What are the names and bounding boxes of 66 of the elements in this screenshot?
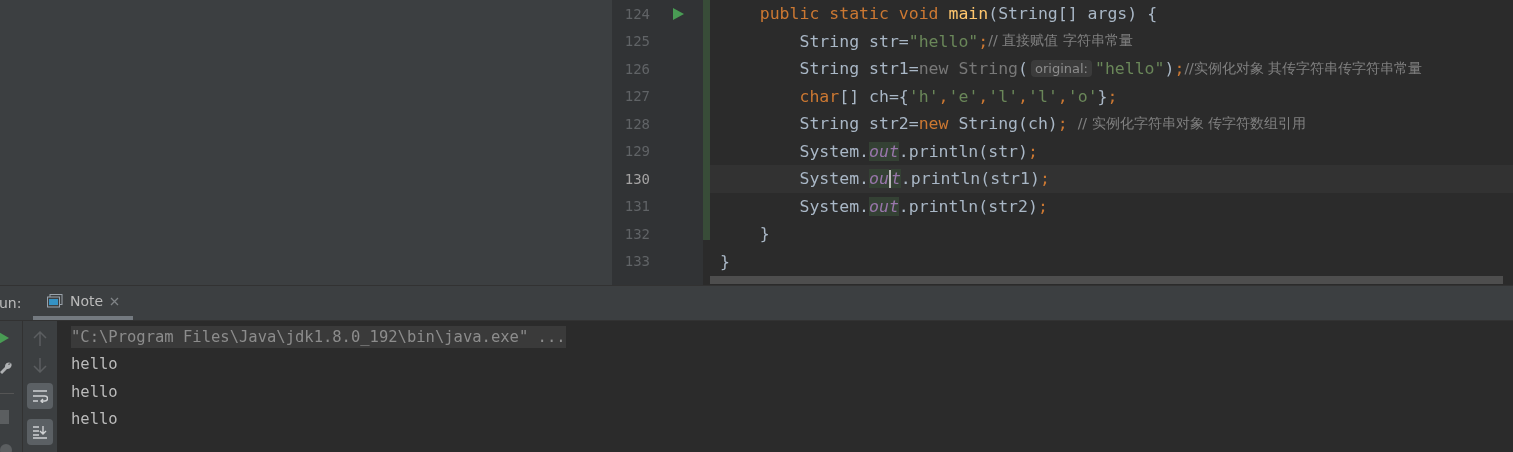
code-token: ;	[1037, 196, 1048, 216]
code-token: ou	[869, 169, 889, 189]
code-token: main	[948, 4, 989, 24]
code-token: public static void	[758, 4, 940, 24]
code-token: System.	[798, 196, 869, 216]
code-token: out	[869, 141, 899, 161]
code-token: 'l'	[1028, 86, 1058, 106]
code-token: new String	[918, 59, 1019, 79]
code-token: String str1=	[798, 59, 919, 79]
code-token: char	[798, 86, 840, 106]
code-token: ;	[1107, 86, 1118, 106]
text-caret	[888, 169, 891, 188]
code-token: (String[] args) {	[988, 4, 1158, 24]
horizontal-scrollbar[interactable]	[710, 276, 1503, 284]
code-token: "hello"	[1094, 59, 1165, 79]
line-number: 130	[623, 170, 650, 187]
code-token: ;	[1027, 141, 1038, 161]
code-token: // 直接赋值 字符串常量	[988, 32, 1133, 51]
code-token: .println(str)	[898, 141, 1028, 161]
up-arrow-icon[interactable]	[33, 331, 47, 347]
code-token: System.	[798, 141, 869, 161]
run-icon[interactable]	[0, 331, 9, 345]
run-label: un:	[0, 295, 23, 312]
code-token: ,	[1057, 86, 1068, 106]
code-token: t	[890, 169, 901, 189]
code-token: System.	[798, 169, 869, 189]
console-line: hello	[71, 355, 118, 374]
code-token: (	[1018, 59, 1028, 79]
code-token: // 实例化字符串对象 传字符数组引用	[1077, 114, 1306, 133]
wrap-icon	[32, 389, 48, 403]
code-token: String str2=	[798, 114, 919, 134]
down-arrow-icon[interactable]	[33, 357, 47, 373]
code-token: }	[1097, 86, 1108, 106]
console-line: hello	[71, 410, 118, 429]
run-icon[interactable]	[673, 7, 684, 20]
code-token: [] ch={	[839, 86, 909, 106]
code-token: //实例化对象 其传字符串传字符串常量	[1184, 59, 1423, 78]
wrench-icon[interactable]	[0, 361, 12, 377]
code-token: }	[720, 251, 730, 271]
code-token: String str=	[798, 31, 909, 51]
code-token: ,	[938, 86, 949, 106]
code-token: "hello"	[908, 31, 979, 51]
soft-wrap-button[interactable]	[27, 383, 53, 409]
code-token: .println(str2)	[898, 196, 1038, 216]
scroll-to-end-button[interactable]	[27, 419, 53, 445]
code-token: ;	[1057, 114, 1069, 134]
scroll-down-icon	[32, 425, 48, 439]
code-token: out	[869, 196, 899, 216]
code-token: ;	[1174, 59, 1185, 79]
code-token: }	[758, 224, 770, 244]
code-token: 'e'	[948, 86, 979, 106]
code-token: .println(str1)	[900, 169, 1040, 189]
code-token: ;	[978, 31, 989, 51]
code-token: ,	[978, 86, 989, 106]
console-line: hello	[71, 382, 118, 401]
code-token: 'l'	[988, 86, 1019, 106]
code-token: 'o'	[1067, 86, 1098, 106]
code-token: ,	[1018, 86, 1028, 106]
close-icon[interactable]	[110, 296, 120, 306]
code-token: new	[918, 114, 950, 134]
code-token: )	[1164, 59, 1175, 79]
code-token: String(ch)	[958, 114, 1058, 134]
parameter-hint: original:	[1030, 60, 1092, 78]
console-icon	[47, 294, 63, 309]
code-token: 'h'	[908, 86, 939, 106]
code-token: ;	[1039, 169, 1050, 189]
